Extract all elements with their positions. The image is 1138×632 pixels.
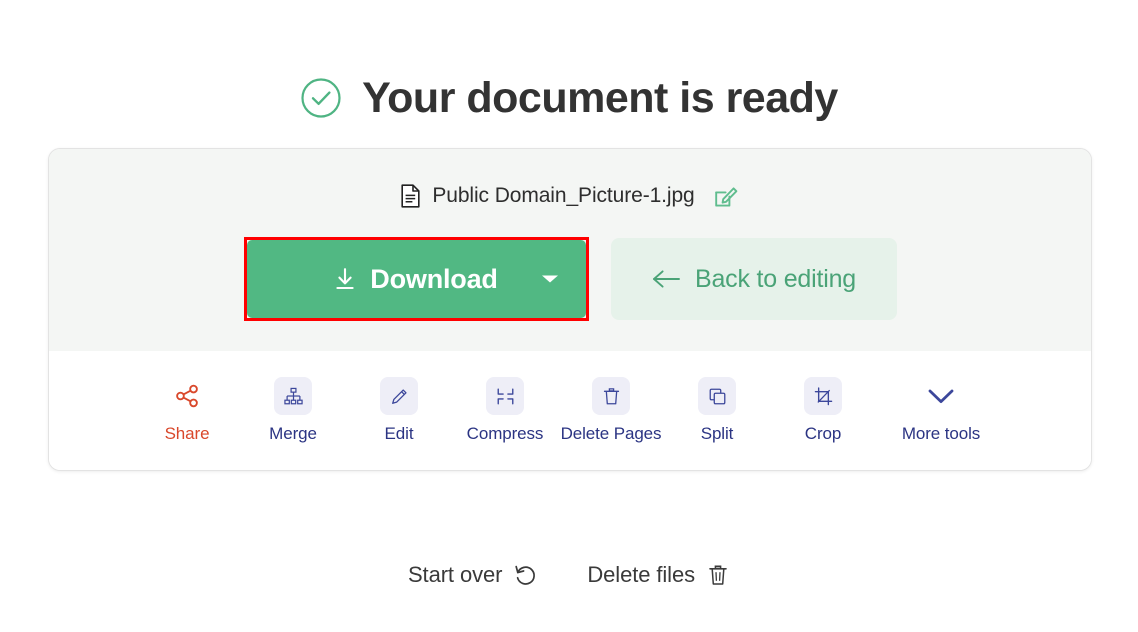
download-arrow-icon [334,267,356,291]
start-over-button[interactable]: Start over [408,562,537,588]
split-copy-icon [698,377,736,415]
tool-merge[interactable]: Merge [240,377,346,444]
result-card: Public Domain_Picture-1.jpg Download Bac… [48,148,1092,472]
arrow-left-icon [651,268,681,290]
document-icon [401,184,420,208]
tools-strip: Share Merge Edit Compress Delete Pages S… [49,351,1091,471]
crop-icon [804,377,842,415]
delete-files-label: Delete files [587,562,695,587]
caret-down-icon[interactable] [541,275,558,283]
tool-split[interactable]: Split [664,377,770,444]
tool-more-tools[interactable]: More tools [876,377,1006,444]
delete-files-button[interactable]: Delete files [587,562,730,588]
chevron-down-icon [922,377,960,415]
check-circle-icon [300,77,342,119]
tool-share[interactable]: Share [134,377,240,444]
file-name: Public Domain_Picture-1.jpg [432,184,695,207]
footer-actions: Start over Delete files [0,562,1138,588]
tool-compress[interactable]: Compress [452,377,558,444]
start-over-label: Start over [407,562,503,587]
tool-label: Share [164,424,210,443]
page-title: Your document is ready [362,73,838,122]
pencil-icon [380,377,418,415]
merge-tree-icon [274,377,312,415]
trash-outline-icon [706,563,730,587]
tool-delete-pages[interactable]: Delete Pages [558,377,664,444]
rotate-left-icon [513,563,537,587]
download-button-label: Download [370,263,498,294]
download-button[interactable]: Download [246,240,586,318]
tool-crop[interactable]: Crop [770,377,876,444]
tool-label: Merge [269,424,317,443]
file-row: Public Domain_Picture-1.jpg [49,183,1091,209]
card-top-section: Public Domain_Picture-1.jpg Download Bac… [49,149,1091,351]
tool-label: Delete Pages [560,424,662,443]
tool-label: Crop [804,424,842,443]
tool-label: Edit [384,424,414,443]
trash-icon [592,377,630,415]
tool-label: Compress [466,424,544,443]
tool-edit[interactable]: Edit [346,377,452,444]
compress-icon [486,377,524,415]
back-to-editing-button[interactable]: Back to editing [610,238,897,320]
back-to-editing-label: Back to editing [695,264,856,293]
share-nodes-icon [168,377,206,415]
action-buttons: Download Back to editing [49,237,1091,321]
tool-label: More tools [901,424,981,443]
page-header: Your document is ready [0,0,1138,149]
download-highlight-box: Download [243,237,589,321]
edit-pencil-icon[interactable] [713,183,739,209]
tool-label: Split [700,424,734,443]
